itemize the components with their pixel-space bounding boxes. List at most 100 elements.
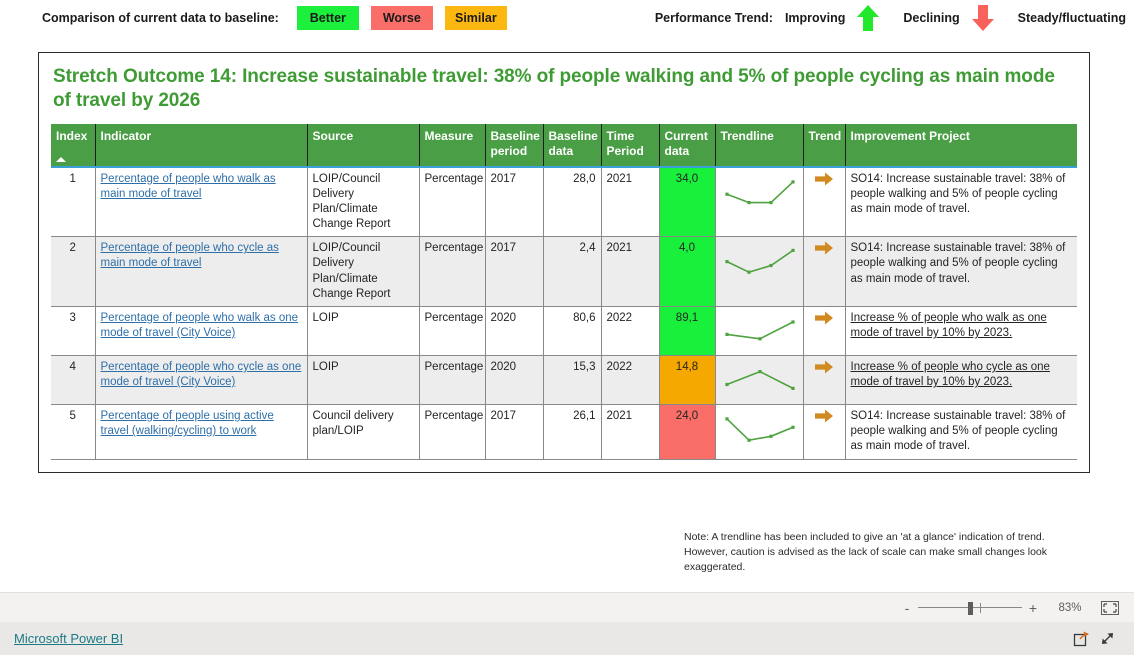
cell-index: 2	[51, 236, 96, 307]
cell-time-period: 2022	[601, 306, 660, 356]
cell-measure: Percentage	[419, 236, 486, 307]
outcome-card: Stretch Outcome 14: Increase sustainable…	[38, 52, 1090, 473]
cell-trendline	[715, 166, 804, 238]
legend-chip-better: Better	[296, 6, 359, 30]
baseline-legend-label: Comparison of current data to baseline:	[42, 11, 279, 25]
cell-trend	[803, 166, 846, 238]
column-header-indicator[interactable]: Indicator	[95, 123, 308, 168]
improvement-project-text: SO14: Increase sustainable travel: 38% o…	[850, 410, 1066, 453]
column-header-trendline[interactable]: Trendline	[715, 123, 804, 168]
zoom-slider[interactable]	[918, 601, 1022, 615]
cell-improvement-project[interactable]: Increase % of people who walk as one mod…	[845, 306, 1077, 356]
footer-bar: Microsoft Power BI	[0, 622, 1134, 655]
fit-to-page-icon[interactable]	[1100, 600, 1120, 615]
cell-indicator[interactable]: Percentage of people who walk as main mo…	[95, 166, 308, 238]
table-body: 1 Percentage of people who walk as main m…	[51, 166, 1077, 460]
baseline-legend: Comparison of current data to baseline: …	[42, 6, 507, 30]
cell-indicator[interactable]: Percentage of people using active travel…	[95, 404, 308, 460]
arrow-right-icon	[814, 172, 834, 189]
improvement-project-link[interactable]: Increase % of people who cycle as one mo…	[851, 361, 1050, 388]
cell-trend	[803, 404, 846, 460]
cell-time-period: 2022	[601, 355, 660, 405]
column-header-trend[interactable]: Trend	[803, 123, 846, 168]
zoom-slider-tick	[980, 602, 981, 613]
table-row[interactable]: 3 Percentage of people who walk as one mo…	[51, 306, 1077, 356]
fullscreen-icon[interactable]	[1094, 628, 1120, 650]
cell-measure: Percentage	[419, 306, 486, 356]
trendline-note: Note: A trendline has been included to g…	[684, 531, 1048, 574]
trend-legend-improving-label: Improving	[784, 11, 846, 25]
cell-trendline	[715, 355, 804, 405]
arrow-right-icon	[814, 311, 834, 328]
cell-baseline-period: 2017	[485, 404, 544, 460]
cell-indicator[interactable]: Percentage of people who cycle as main m…	[95, 236, 308, 307]
cell-baseline-data: 2,4	[543, 236, 602, 307]
arrow-up-icon	[855, 3, 881, 33]
table-row[interactable]: 5 Percentage of people using active trave…	[51, 404, 1077, 460]
share-icon[interactable]	[1068, 628, 1094, 650]
cell-source: LOIP/Council Delivery Plan/Climate Chang…	[307, 166, 420, 238]
improvement-project-text: SO14: Increase sustainable travel: 38% o…	[850, 242, 1066, 285]
cell-index: 5	[51, 404, 96, 460]
zoom-toolbar: - + 83%	[0, 592, 1134, 622]
cell-source: Council delivery plan/LOIP	[307, 404, 420, 460]
cell-source: LOIP/Council Delivery Plan/Climate Chang…	[307, 236, 420, 307]
improvement-project-text: SO14: Increase sustainable travel: 38% o…	[850, 172, 1066, 215]
trend-legend-declining-label: Declining	[903, 11, 960, 25]
cell-trendline	[715, 236, 804, 307]
cell-trend	[803, 236, 846, 307]
cell-improvement-project: SO14: Increase sustainable travel: 38% o…	[845, 236, 1077, 307]
trendline-sparkline	[724, 370, 795, 390]
column-header-index[interactable]: Index	[51, 123, 96, 168]
cell-time-period: 2021	[601, 404, 660, 460]
cell-measure: Percentage	[419, 166, 486, 238]
cell-trend	[803, 355, 846, 405]
trendline-sparkline	[724, 179, 795, 204]
cell-current-data: 34,0	[659, 166, 716, 238]
column-header-improvement-project[interactable]: Improvement Project	[845, 123, 1077, 168]
cell-source: LOIP	[307, 306, 420, 356]
cell-current-data: 24,0	[659, 404, 716, 460]
legend-chip-similar: Similar	[444, 6, 507, 30]
table-row[interactable]: 4 Percentage of people who cycle as one m…	[51, 355, 1077, 405]
cell-improvement-project[interactable]: Increase % of people who cycle as one mo…	[845, 355, 1077, 405]
zoom-in-button[interactable]: +	[1026, 600, 1040, 616]
column-header-measure[interactable]: Measure	[419, 123, 486, 168]
sort-ascending-icon[interactable]	[56, 156, 66, 162]
cell-improvement-project: SO14: Increase sustainable travel: 38% o…	[845, 404, 1077, 460]
powerbi-brand-link[interactable]: Microsoft Power BI	[14, 631, 123, 646]
indicator-link[interactable]: Percentage of people who walk as one mod…	[101, 312, 299, 339]
column-header-index-label: Index	[56, 128, 88, 143]
cell-current-data: 4,0	[659, 236, 716, 307]
cell-indicator[interactable]: Percentage of people who walk as one mod…	[95, 306, 308, 356]
column-header-time-period[interactable]: Time Period	[601, 123, 660, 168]
cell-trendline	[715, 306, 804, 356]
cell-trendline	[715, 404, 804, 460]
improvement-project-link[interactable]: Increase % of people who walk as one mod…	[851, 312, 1047, 339]
cell-index: 1	[51, 166, 96, 238]
column-header-source[interactable]: Source	[307, 123, 420, 168]
cell-baseline-period: 2017	[485, 236, 544, 307]
zoom-out-button[interactable]: -	[900, 600, 914, 616]
column-header-baseline-period[interactable]: Baseline period	[485, 123, 544, 168]
page-title: Stretch Outcome 14: Increase sustainable…	[53, 66, 1055, 112]
table-row[interactable]: 2 Percentage of people who cycle as main …	[51, 236, 1077, 307]
cell-measure: Percentage	[419, 404, 486, 460]
trend-legend-steady-label: Steady/fluctuating	[1017, 11, 1126, 25]
indicator-link[interactable]: Percentage of people who walk as main mo…	[101, 173, 276, 200]
indicator-link[interactable]: Percentage of people who cycle as main m…	[101, 242, 279, 269]
arrow-right-icon	[814, 360, 834, 377]
trendline-sparkline	[724, 417, 795, 442]
cell-trend	[803, 306, 846, 356]
zoom-slider-thumb[interactable]	[968, 601, 973, 615]
cell-baseline-data: 28,0	[543, 166, 602, 238]
cell-indicator[interactable]: Percentage of people who cycle as one mo…	[95, 355, 308, 405]
indicator-link[interactable]: Percentage of people using active travel…	[101, 410, 274, 437]
cell-baseline-data: 80,6	[543, 306, 602, 356]
report-canvas: Stretch Outcome 14: Increase sustainable…	[0, 36, 1134, 592]
column-header-baseline-data[interactable]: Baseline data	[543, 123, 602, 168]
column-header-current-data[interactable]: Current data	[659, 123, 716, 168]
cell-baseline-data: 15,3	[543, 355, 602, 405]
table-row[interactable]: 1 Percentage of people who walk as main m…	[51, 166, 1077, 238]
indicator-link[interactable]: Percentage of people who cycle as one mo…	[101, 361, 302, 388]
